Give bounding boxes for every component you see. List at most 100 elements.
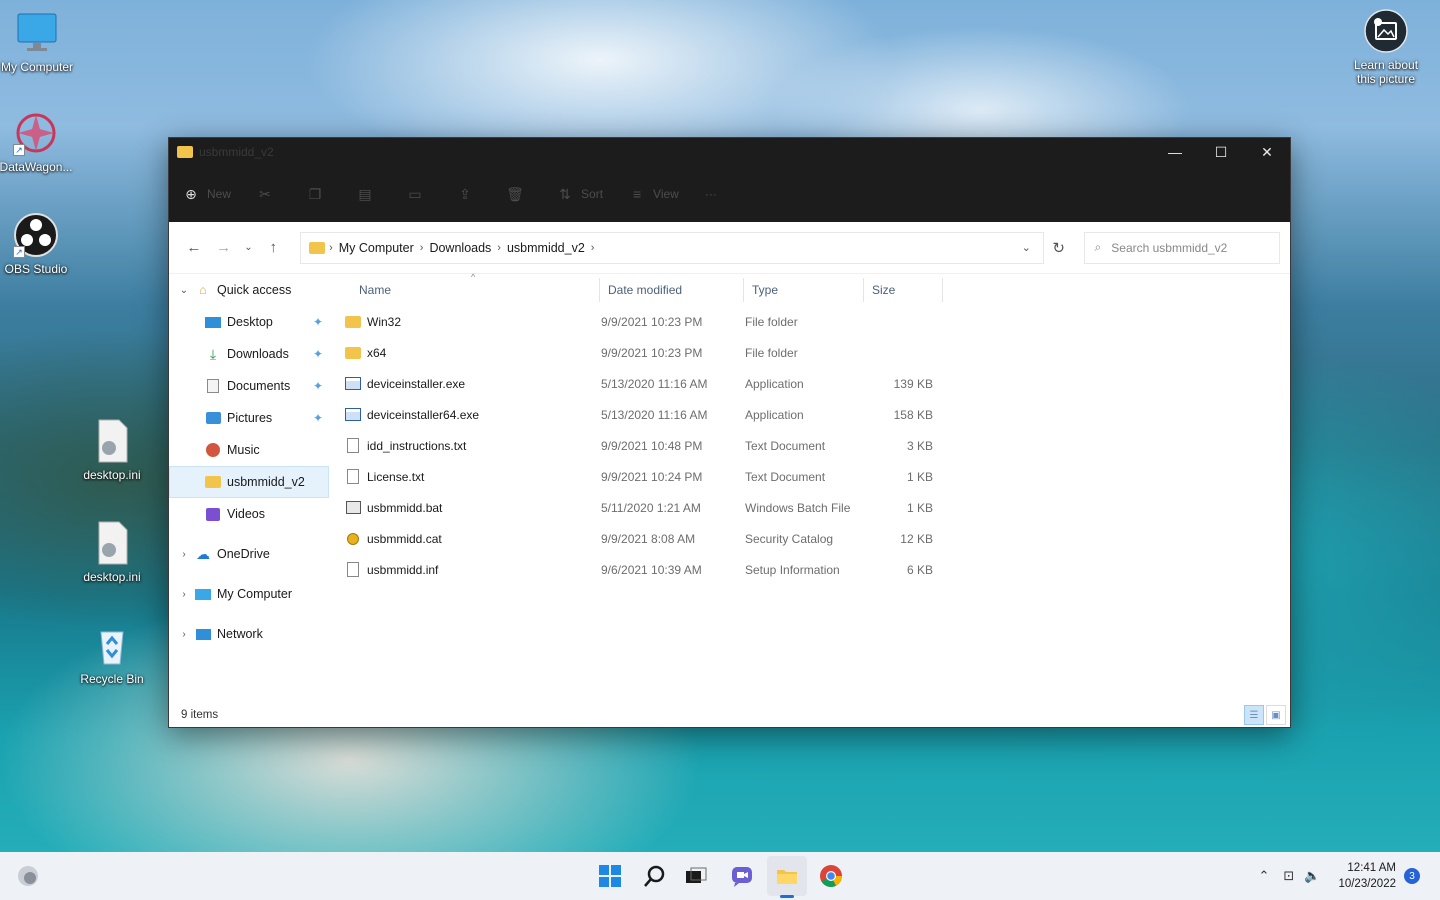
file-row[interactable]: deviceinstaller64.exe 5/13/2020 11:16 AM… [339, 399, 1290, 430]
search-icon[interactable] [635, 856, 675, 896]
widgets-icon[interactable] [8, 856, 48, 896]
nav-my-computer[interactable]: › My Computer [169, 578, 329, 610]
column-date-modified[interactable]: Date modified [599, 278, 743, 302]
nav-pictures[interactable]: Pictures ✦ [169, 402, 329, 434]
desktop-icon-obs-studio[interactable]: ↗ OBS Studio [0, 212, 76, 276]
file-date: 5/13/2020 11:16 AM [601, 376, 708, 391]
nav-usbmmidd[interactable]: usbmmidd_v2 [169, 466, 329, 498]
close-button[interactable]: ✕ [1244, 138, 1290, 166]
music-icon [205, 442, 221, 458]
pin-icon[interactable]: ✦ [313, 411, 323, 425]
address-bar[interactable]: › My Computer › Downloads › usbmmidd_v2 … [300, 231, 1044, 264]
nav-music[interactable]: Music [169, 434, 329, 466]
shortcut-arrow-icon: ↗ [13, 144, 25, 156]
video-icon [205, 506, 221, 522]
start-icon[interactable] [590, 856, 630, 896]
desktop-icon-label: OBS Studio [4, 262, 68, 276]
view-button[interactable]: ≡ View [629, 186, 679, 202]
pin-icon[interactable]: ✦ [313, 347, 323, 361]
tiles-view-icon[interactable]: ▣ [1266, 705, 1286, 725]
file-row[interactable]: Win32 9/9/2021 10:23 PM File folder [339, 306, 1290, 337]
network-status-icon[interactable]: ⊡ [1283, 868, 1294, 884]
file-row[interactable]: usbmmidd.inf 9/6/2021 10:39 AM Setup Inf… [339, 554, 1290, 585]
view-label: View [653, 187, 679, 201]
address-row: ← → ⌄ ↑ › My Computer › Downloads › usbm… [169, 222, 1290, 274]
column-type[interactable]: Type [743, 278, 863, 302]
file-type: Text Document [745, 469, 826, 484]
nav-videos[interactable]: Videos [169, 498, 329, 530]
folder-icon [177, 146, 193, 158]
file-row[interactable]: License.txt 9/9/2021 10:24 PM Text Docum… [339, 461, 1290, 492]
new-button[interactable]: ⊕ New [183, 186, 231, 202]
nav-desktop[interactable]: Desktop ✦ [169, 306, 329, 338]
desktop-icon-datawagon[interactable]: ↗ DataWagon... [0, 110, 76, 174]
maximize-button[interactable]: ☐ [1198, 138, 1244, 166]
chevron-down-icon[interactable]: ⌄ [1022, 241, 1031, 254]
nav-downloads[interactable]: ⤓ Downloads ✦ [169, 338, 329, 370]
desktop-icon-recycle-bin[interactable]: Recycle Bin [72, 622, 152, 686]
network-icon [195, 626, 211, 642]
desktop-icon-desktop-ini-2[interactable]: desktop.ini [72, 520, 152, 584]
column-size[interactable]: Size [863, 278, 943, 302]
refresh-icon[interactable]: ↻ [1044, 233, 1074, 263]
file-name: Win32 [367, 314, 402, 329]
chrome-icon[interactable] [811, 856, 851, 896]
forward-arrow-icon[interactable]: → [209, 233, 239, 263]
status-bar: 9 items ☰ ▣ [169, 703, 1290, 727]
paste-button[interactable]: ▤ [357, 186, 381, 202]
clock-time: 12:41 AM [1347, 862, 1396, 874]
chat-icon[interactable] [722, 856, 762, 896]
nav-label: OneDrive [217, 547, 270, 561]
learn-about-picture[interactable]: Learn about this picture [1346, 8, 1426, 86]
chevron-right-icon: › [182, 628, 186, 640]
nav-documents[interactable]: Documents ✦ [169, 370, 329, 402]
nav-onedrive[interactable]: › ☁ OneDrive [169, 538, 329, 570]
file-date: 9/9/2021 10:23 PM [601, 345, 703, 360]
back-arrow-icon[interactable]: ← [179, 233, 209, 263]
file-row[interactable]: x64 9/9/2021 10:23 PM File folder [339, 337, 1290, 368]
nav-network[interactable]: › Network [169, 618, 329, 650]
file-row[interactable]: deviceinstaller.exe 5/13/2020 11:16 AM A… [339, 368, 1290, 399]
up-arrow-icon[interactable]: ↑ [258, 233, 288, 263]
rename-button[interactable]: ▭ [407, 186, 431, 202]
clock[interactable]: 12:41 AM 10/23/2022 [1338, 860, 1396, 892]
delete-button[interactable]: 🗑 [506, 186, 531, 202]
task-view-icon[interactable] [676, 856, 716, 896]
file-row[interactable]: idd_instructions.txt 9/9/2021 10:48 PM T… [339, 430, 1290, 461]
desktop-icon-desktop-ini-1[interactable]: desktop.ini [72, 418, 152, 482]
volume-icon[interactable]: 🔈 [1304, 868, 1320, 884]
chevron-up-icon[interactable]: ⌃ [1258, 868, 1269, 884]
file-row[interactable]: usbmmidd.bat 5/11/2020 1:21 AM Windows B… [339, 492, 1290, 523]
cut-button[interactable]: ✂ [257, 186, 281, 202]
view-icon: ≡ [632, 186, 642, 202]
details-view-icon[interactable]: ☰ [1244, 705, 1264, 725]
learn-line-1: Learn about [1353, 58, 1419, 72]
title-bar[interactable]: usbmmidd_v2 — ☐ ✕ [169, 138, 1290, 166]
desktop-icon-my-computer[interactable]: My Computer [0, 10, 77, 74]
breadcrumb-my-computer[interactable]: My Computer [339, 241, 414, 255]
file-name: idd_instructions.txt [367, 438, 467, 453]
chevron-down-icon: ⌄ [179, 284, 189, 296]
minimize-button[interactable]: — [1152, 138, 1198, 166]
copy-button[interactable]: ❐ [307, 186, 331, 202]
sort-button[interactable]: ⇅ Sort [557, 186, 603, 202]
column-name[interactable]: Name [339, 278, 599, 302]
search-placeholder: Search usbmmidd_v2 [1111, 240, 1228, 255]
breadcrumb-downloads[interactable]: Downloads [429, 241, 491, 255]
recent-chevron-icon[interactable]: ⌄ [239, 233, 259, 263]
search-input[interactable]: ⌕ Search usbmmidd_v2 [1083, 231, 1281, 264]
pin-icon[interactable]: ✦ [313, 379, 323, 393]
notification-badge[interactable]: 3 [1404, 868, 1420, 884]
file-name: deviceinstaller.exe [367, 376, 466, 391]
nav-quick-access[interactable]: ⌄ ⌂ Quick access [169, 274, 329, 306]
file-row[interactable]: usbmmidd.cat 9/9/2021 8:08 AM Security C… [339, 523, 1290, 554]
pin-icon[interactable]: ✦ [313, 315, 323, 329]
file-explorer-taskbar-icon[interactable] [767, 856, 807, 896]
document-icon [205, 378, 221, 394]
breadcrumb-usbmmidd[interactable]: usbmmidd_v2 [507, 241, 585, 255]
nav-label: Videos [227, 507, 265, 521]
more-button[interactable]: ··· [705, 187, 717, 201]
share-button[interactable]: ⇪ [457, 186, 481, 202]
chevron-right-icon: › [182, 548, 186, 560]
rename-icon: ▭ [408, 185, 422, 202]
